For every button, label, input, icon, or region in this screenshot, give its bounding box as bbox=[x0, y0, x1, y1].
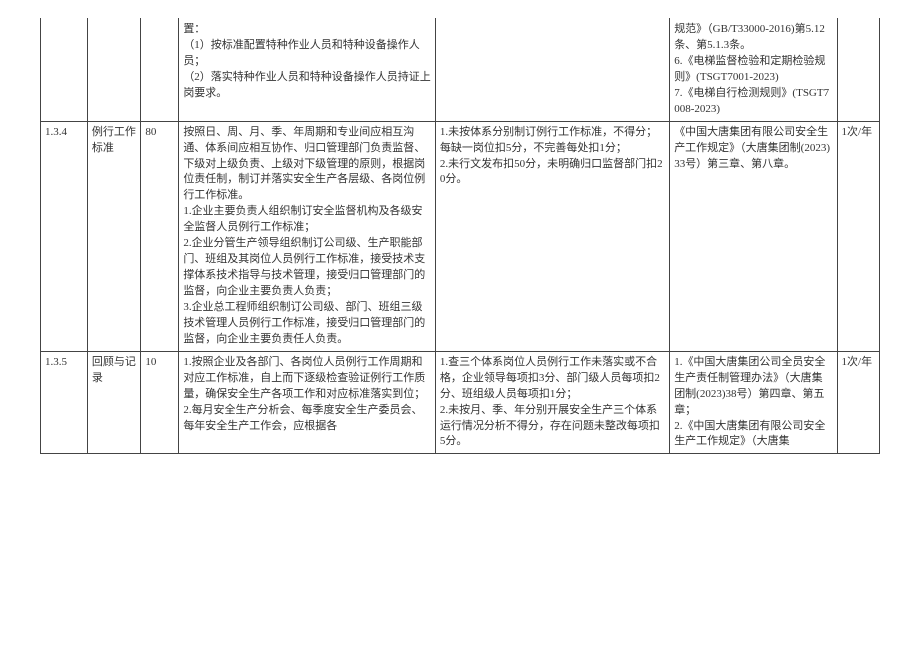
cell-id: 1.3.5 bbox=[41, 351, 88, 454]
cell-freq bbox=[837, 19, 879, 122]
table-row: 1.3.5 回顾与记录 10 1.按照企业及各部门、各岗位人员例行工作周期和对应… bbox=[41, 351, 880, 454]
assessment-table: 置：（1）按标准配置特种作业人员和特种设备操作人员；（2）落实特种作业人员和特种… bbox=[40, 18, 880, 454]
cell-name: 例行工作标准 bbox=[87, 121, 141, 351]
cell-id bbox=[41, 19, 88, 122]
cell-score: 80 bbox=[141, 121, 179, 351]
cell-crit bbox=[435, 19, 669, 122]
cell-crit: 1.未按体系分别制订例行工作标准，不得分；每缺一岗位扣5分，不完善每处扣1分；2… bbox=[435, 121, 669, 351]
cell-ref: 《中国大唐集团有限公司安全生产工作规定》（大唐集团制(2023)33号）第三章、… bbox=[670, 121, 837, 351]
cell-crit: 1.查三个体系岗位人员例行工作未落实或不合格，企业领导每项扣3分、部门级人员每项… bbox=[435, 351, 669, 454]
cell-ref: 规范》（GB/T33000-2016)第5.12条、第5.1.3条。6.《电梯监… bbox=[670, 19, 837, 122]
cell-desc: 置：（1）按标准配置特种作业人员和特种设备操作人员；（2）落实特种作业人员和特种… bbox=[179, 19, 436, 122]
cell-freq: 1次/年 bbox=[837, 121, 879, 351]
document-page: 置：（1）按标准配置特种作业人员和特种设备操作人员；（2）落实特种作业人员和特种… bbox=[0, 0, 920, 651]
table-row: 置：（1）按标准配置特种作业人员和特种设备操作人员；（2）落实特种作业人员和特种… bbox=[41, 19, 880, 122]
cell-id: 1.3.4 bbox=[41, 121, 88, 351]
cell-desc: 1.按照企业及各部门、各岗位人员例行工作周期和对应工作标准，自上而下逐级检查验证… bbox=[179, 351, 436, 454]
cell-score: 10 bbox=[141, 351, 179, 454]
cell-score bbox=[141, 19, 179, 122]
cell-name: 回顾与记录 bbox=[87, 351, 141, 454]
cell-name bbox=[87, 19, 141, 122]
table-row: 1.3.4 例行工作标准 80 按照日、周、月、季、年周期和专业间应相互沟通、体… bbox=[41, 121, 880, 351]
cell-ref: 1.《中国大唐集团公司全员安全生产责任制管理办法》（大唐集团制(2023)38号… bbox=[670, 351, 837, 454]
cell-freq: 1次/年 bbox=[837, 351, 879, 454]
cell-desc: 按照日、周、月、季、年周期和专业间应相互沟通、体系间应相互协作、归口管理部门负责… bbox=[179, 121, 436, 351]
